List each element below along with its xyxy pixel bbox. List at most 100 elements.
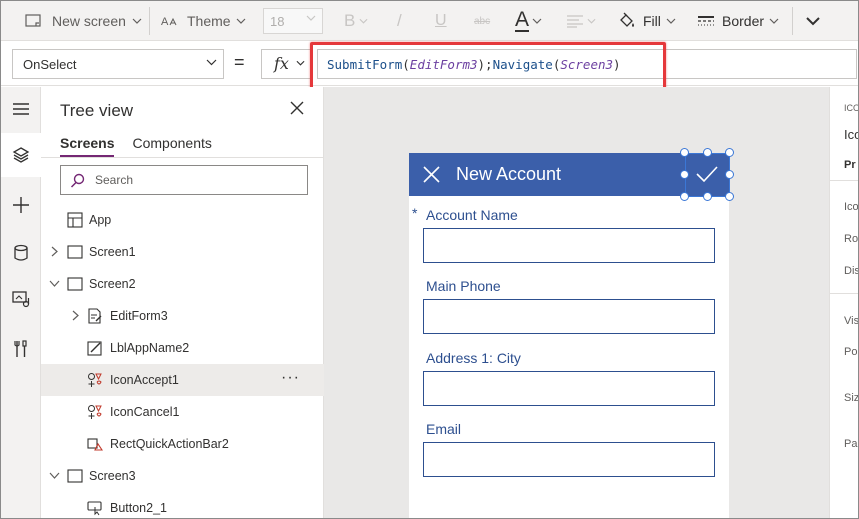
tree-view-tabs: Screens Components bbox=[60, 135, 212, 158]
border-button[interactable]: Border bbox=[697, 1, 779, 41]
tree-view-button[interactable] bbox=[1, 133, 41, 177]
more-commands-button[interactable] bbox=[805, 1, 821, 41]
tree-item-screen2[interactable]: Screen2 bbox=[41, 268, 324, 300]
fill-button[interactable]: Fill bbox=[618, 1, 676, 41]
resize-handle[interactable] bbox=[680, 148, 689, 157]
menu-button[interactable] bbox=[1, 87, 41, 131]
more-options-button[interactable]: ··· bbox=[281, 369, 300, 387]
strikethrough-button[interactable]: abc bbox=[474, 1, 490, 41]
app-screen-preview: New Account * Account Name Main Phone Ad… bbox=[409, 153, 729, 518]
fill-label: Fill bbox=[643, 13, 661, 29]
tree-search-input[interactable] bbox=[95, 172, 295, 188]
formula-input[interactable]: SubmitForm(EditForm3);Navigate(Screen3) bbox=[317, 49, 857, 79]
formula-paren: ) bbox=[613, 57, 621, 72]
app-window: New screen A Theme 18 B / U abc A Fill B… bbox=[0, 0, 859, 519]
field-label-account-name: Account Name bbox=[426, 207, 518, 223]
tree-item-button2-1[interactable]: Button2_1 bbox=[41, 492, 324, 518]
function-button[interactable]: fx bbox=[261, 49, 311, 79]
tree-item-screen3[interactable]: Screen3 bbox=[41, 460, 324, 492]
data-button[interactable] bbox=[1, 231, 41, 275]
tab-screens[interactable]: Screens bbox=[60, 135, 115, 158]
resize-handle[interactable] bbox=[703, 148, 712, 157]
svg-text:A: A bbox=[161, 16, 169, 28]
equals-sign: = bbox=[234, 52, 245, 72]
design-canvas: New Account * Account Name Main Phone Ad… bbox=[324, 87, 829, 518]
chevron-down-icon bbox=[132, 18, 142, 24]
resize-handle[interactable] bbox=[680, 192, 689, 201]
hamburger-icon bbox=[13, 103, 29, 115]
chevron-right-icon[interactable] bbox=[72, 310, 79, 321]
tree-item-iconcancel1[interactable]: IconCancel1 bbox=[41, 396, 324, 428]
formula-ref-editform3: EditForm3 bbox=[409, 57, 478, 72]
field-label-email: Email bbox=[426, 421, 462, 437]
chevron-down-icon[interactable] bbox=[49, 280, 60, 287]
button-icon bbox=[87, 501, 102, 516]
tools-icon bbox=[14, 340, 27, 357]
accept-button[interactable] bbox=[685, 153, 729, 196]
tree-item-lblappname2[interactable]: LblAppName2 bbox=[41, 332, 324, 364]
database-icon bbox=[14, 244, 28, 261]
tree-item-app[interactable]: App bbox=[41, 204, 324, 236]
left-rail bbox=[1, 87, 41, 518]
chevron-down-icon bbox=[806, 17, 820, 26]
main-phone-input[interactable] bbox=[423, 299, 715, 334]
resize-handle[interactable] bbox=[725, 192, 734, 201]
form-icon bbox=[88, 308, 102, 324]
chevron-down-icon bbox=[587, 18, 596, 24]
chevron-down-icon bbox=[296, 60, 305, 66]
advanced-tools-button[interactable] bbox=[1, 327, 41, 371]
property-dropdown[interactable]: OnSelect bbox=[12, 49, 224, 79]
chevron-down-icon bbox=[236, 18, 246, 24]
account-name-input[interactable] bbox=[423, 228, 715, 263]
resize-handle[interactable] bbox=[703, 192, 712, 201]
resize-handle[interactable] bbox=[725, 170, 734, 179]
new-screen-button[interactable]: New screen bbox=[25, 1, 142, 41]
property-label: Ro bbox=[844, 233, 859, 245]
insert-button[interactable] bbox=[1, 183, 41, 227]
theme-label: Theme bbox=[187, 13, 231, 29]
font-size-value: 18 bbox=[270, 14, 285, 29]
chevron-down-icon bbox=[666, 18, 676, 24]
font-color-button[interactable]: A bbox=[515, 1, 542, 41]
formula-function-submitform: SubmitForm bbox=[327, 57, 403, 72]
properties-divider bbox=[830, 293, 858, 294]
border-style-icon bbox=[698, 16, 714, 26]
formula-paren: ); bbox=[477, 57, 493, 72]
tab-components[interactable]: Components bbox=[132, 135, 211, 158]
cancel-icon[interactable] bbox=[423, 166, 440, 183]
tree-item-iconaccept1[interactable]: IconAccept1 ··· bbox=[41, 364, 324, 396]
close-tree-view-button[interactable] bbox=[290, 101, 304, 118]
properties-type-label: ICO bbox=[844, 103, 859, 113]
field-label-city: Address 1: City bbox=[426, 350, 521, 366]
theme-button[interactable]: A Theme bbox=[161, 1, 246, 41]
media-button[interactable] bbox=[1, 277, 41, 321]
resize-handle[interactable] bbox=[680, 170, 689, 179]
bold-button[interactable]: B bbox=[344, 1, 368, 41]
resize-handle[interactable] bbox=[725, 148, 734, 157]
underline-button[interactable]: U bbox=[435, 1, 447, 41]
screen-icon bbox=[67, 277, 83, 291]
formula-ref-screen3: Screen3 bbox=[560, 57, 614, 72]
tree-item-label: Screen1 bbox=[89, 245, 136, 259]
text-align-button[interactable] bbox=[566, 1, 596, 41]
city-input[interactable] bbox=[423, 371, 715, 406]
border-label: Border bbox=[722, 13, 765, 29]
tree-item-label: Button2_1 bbox=[110, 501, 167, 515]
chevron-down-icon bbox=[769, 18, 779, 24]
chevron-down-icon[interactable] bbox=[49, 472, 60, 479]
properties-panel: ICO Ico Pr Ico Ro Dis Vis Po Siz Pa bbox=[829, 87, 859, 518]
italic-button[interactable]: / bbox=[397, 1, 402, 41]
tree-item-editform3[interactable]: EditForm3 bbox=[41, 300, 324, 332]
chevron-right-icon[interactable] bbox=[51, 246, 58, 257]
tree-item-screen1[interactable]: Screen1 bbox=[41, 236, 324, 268]
email-input[interactable] bbox=[423, 442, 715, 477]
italic-label: / bbox=[397, 11, 402, 30]
tab-properties[interactable]: Pr bbox=[844, 159, 856, 171]
tree-item-rectquickactionbar2[interactable]: RectQuickActionBar2 bbox=[41, 428, 324, 460]
font-size-select[interactable]: 18 bbox=[263, 8, 323, 34]
tree-view-panel: Tree view Screens Components App Screen1 bbox=[41, 87, 324, 518]
text-align-icon bbox=[567, 15, 583, 28]
bold-label: B bbox=[344, 11, 356, 30]
rectangle-icon bbox=[87, 438, 103, 451]
shapes-icon bbox=[88, 373, 102, 387]
